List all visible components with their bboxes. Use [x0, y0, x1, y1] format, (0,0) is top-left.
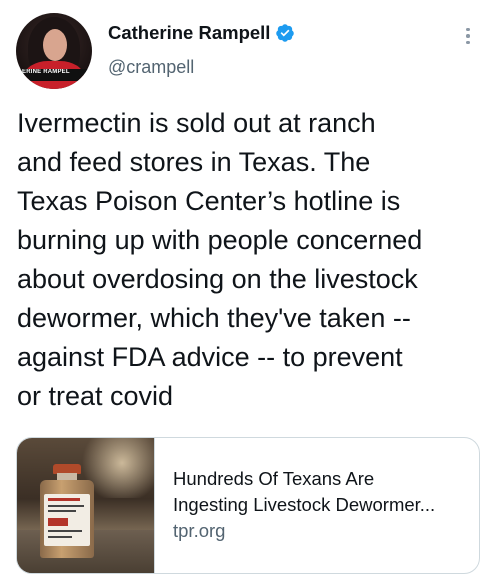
more-options-icon[interactable] — [458, 24, 478, 48]
tweet: ERINE RAMPEL Catherine Rampell @crampell… — [0, 0, 496, 585]
avatar-chyron: ERINE RAMPEL — [16, 69, 92, 81]
more-dot — [466, 34, 470, 38]
link-card[interactable]: Hundreds Of Texans Are Ingesting Livesto… — [16, 437, 480, 574]
avatar[interactable]: ERINE RAMPEL — [16, 13, 92, 89]
label-stripe — [48, 498, 80, 501]
author-name-row[interactable]: Catherine Rampell — [108, 21, 295, 45]
bottle-label — [44, 494, 90, 546]
more-dot — [466, 27, 470, 32]
author-handle[interactable]: @crampell — [108, 55, 194, 79]
label-stripe — [48, 518, 68, 526]
link-card-title-line1[interactable]: Hundreds Of Texans Are — [173, 466, 479, 492]
link-card-thumbnail — [17, 438, 155, 573]
label-line — [48, 505, 84, 507]
label-line — [48, 510, 76, 512]
tweet-text: Ivermectin is sold out at ranch and feed… — [17, 108, 423, 411]
link-card-domain[interactable]: tpr.org — [173, 518, 479, 544]
link-card-body[interactable]: Hundreds Of Texans Are Ingesting Livesto… — [155, 438, 479, 573]
verified-badge-icon — [276, 24, 295, 42]
author-display-name[interactable]: Catherine Rampell — [108, 21, 270, 45]
avatar-chyron-text: ERINE RAMPEL — [22, 69, 70, 75]
label-line — [48, 530, 82, 532]
label-line — [48, 536, 72, 538]
link-card-title-line2[interactable]: Ingesting Livestock Dewormer... — [173, 492, 473, 518]
medicine-bottle-image — [40, 464, 94, 558]
more-dot — [466, 40, 470, 45]
avatar-face — [43, 29, 67, 61]
